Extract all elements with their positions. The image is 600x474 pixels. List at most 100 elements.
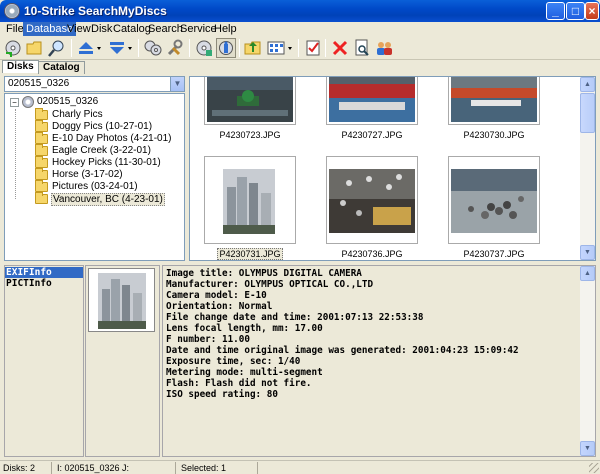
open-folder-icon — [35, 192, 48, 204]
scroll-up-icon[interactable]: ▲ — [580, 266, 595, 281]
eject-icon[interactable] — [76, 38, 104, 58]
folder-icon — [35, 156, 48, 168]
scroll-down-icon[interactable]: ▼ — [580, 245, 595, 260]
photo-harbor — [207, 77, 293, 122]
folder-tree[interactable]: − 020515_0326 Charly Pics Doggy Pics (10… — [4, 93, 185, 261]
view-mode-icon[interactable] — [266, 38, 296, 58]
tab-disks[interactable]: Disks — [2, 60, 39, 73]
exif-line: Image title: OLYMPUS DIGITAL CAMERA — [166, 268, 362, 279]
preview-frame — [88, 268, 155, 332]
folder-icon — [35, 132, 48, 144]
tree-item-label: Vancouver, BC (4-23-01) — [51, 193, 165, 206]
folder-up-icon[interactable] — [243, 38, 263, 58]
status-disk-info: I: 020515_0326 J: DVDFILES002 — [54, 462, 176, 474]
open-folder-icon[interactable] — [25, 38, 45, 58]
thumbnail-caption: P4230736.JPG — [341, 249, 403, 259]
resize-grip-icon[interactable] — [589, 463, 599, 473]
exif-scrollbar[interactable]: ▲ ▼ — [580, 266, 595, 456]
thumbnail-caption: P4230727.JPG — [341, 130, 403, 140]
users-icon[interactable] — [374, 38, 394, 58]
exif-line: Camera model: E-10 — [166, 290, 267, 301]
close-button[interactable]: × — [585, 2, 599, 20]
photo-pigeons-plaza — [451, 169, 537, 233]
thumbnail-scrollbar[interactable]: ▲ ▼ — [580, 77, 595, 260]
status-disks: Disks: 2 — [0, 462, 52, 474]
thumbnail-grid[interactable]: P4230723.JPG P4230727.JPG P4230730.JPG P… — [189, 76, 596, 261]
find-icon[interactable] — [47, 38, 67, 58]
scroll-up-icon[interactable]: ▲ — [580, 77, 595, 92]
folder-icon — [35, 168, 48, 180]
photo-towers — [223, 169, 275, 234]
folder-icon — [35, 120, 48, 132]
exif-line: Metering mode: multi-segment — [166, 367, 323, 378]
thumbnail-caption: P4230723.JPG — [219, 130, 281, 140]
toolbar — [0, 36, 600, 60]
add-disk-icon[interactable] — [3, 38, 23, 58]
tab-catalog[interactable]: Catalog — [38, 61, 85, 74]
disk-select[interactable]: 020515_0326 ▼ — [4, 76, 185, 92]
tree-item-label: Charly Pics — [52, 109, 103, 120]
thumbnail-frame — [326, 156, 418, 244]
thumbnail-frame — [448, 156, 540, 244]
scroll-thumb[interactable] — [580, 93, 595, 133]
panel-tabs: Disks Catalog — [0, 60, 186, 74]
exif-line: Lens focal length, mm: 17.00 — [166, 323, 323, 334]
folder-icon — [35, 144, 48, 156]
thumbnail-caption: P4230730.JPG — [463, 130, 525, 140]
load-disk-icon[interactable] — [107, 38, 135, 58]
info-item-pict[interactable]: PICTInfo — [5, 278, 83, 289]
tree-item-label: Horse (3-17-02) — [52, 169, 123, 180]
tree-root-label: 020515_0326 — [37, 96, 99, 107]
photo-pigeons-pier — [329, 169, 415, 233]
exif-line: Date and time original image was generat… — [166, 345, 519, 356]
folder-icon — [35, 180, 48, 192]
exif-line: File change date and time: 2001:07:13 22… — [166, 312, 424, 323]
info-item-exif[interactable]: EXIFInfo — [5, 267, 83, 278]
exif-line: F number: 11.00 — [166, 334, 250, 345]
folder-icon — [35, 108, 48, 120]
app-disc-icon[interactable] — [4, 3, 20, 19]
exif-line: Exposure time, sec: 1/40 — [166, 356, 301, 367]
scroll-down-icon[interactable]: ▼ — [580, 441, 595, 456]
collapse-icon[interactable]: − — [10, 98, 19, 107]
maximize-button[interactable]: □ — [566, 2, 585, 20]
preview-pane — [85, 265, 160, 457]
scan-discs-icon[interactable] — [143, 38, 163, 58]
menu-help[interactable]: Help — [211, 22, 240, 36]
disc-icon — [22, 96, 34, 108]
chevron-down-icon[interactable]: ▼ — [170, 77, 184, 91]
exif-line: Flash: Flash did not fire. — [166, 378, 312, 389]
thumbnail-frame — [448, 77, 540, 125]
disk-properties-icon[interactable] — [194, 38, 214, 58]
exif-details: Image title: OLYMPUS DIGITAL CAMERA Manu… — [162, 265, 596, 457]
tools-icon[interactable] — [165, 38, 185, 58]
photo-market — [329, 77, 415, 122]
info-type-list[interactable]: EXIFInfo PICTInfo — [4, 265, 84, 457]
status-bar: Disks: 2 I: 020515_0326 J: DVDFILES002 S… — [0, 460, 600, 474]
thumbnail-caption: P4230737.JPG — [463, 249, 525, 259]
exif-line: ISO speed rating: 80 — [166, 389, 278, 400]
title-bar[interactable]: 10-Strike SearchMyDiscs _ □ × — [0, 0, 600, 22]
tree-item-label: Pictures (03-24-01) — [52, 181, 138, 192]
tree-item-label: Eagle Creek (3-22-01) — [52, 145, 151, 156]
status-selected: Selected: 1 — [178, 462, 258, 474]
thumbnail-caption: P4230731.JPG — [217, 248, 283, 260]
window-title: 10-Strike SearchMyDiscs — [24, 4, 167, 18]
exif-line: Orientation: Normal — [166, 301, 273, 312]
minimize-button[interactable]: _ — [546, 2, 565, 20]
disk-info-icon[interactable] — [216, 38, 236, 58]
delete-icon[interactable] — [330, 38, 350, 58]
thumbnail-frame — [204, 156, 296, 244]
thumbnail-frame — [326, 77, 418, 125]
menu-bar: File Database View Disk Catalog Search S… — [0, 22, 600, 36]
check-icon[interactable] — [303, 38, 323, 58]
thumbnail-frame — [204, 77, 296, 125]
tree-item-label: E-10 Day Photos (4-21-01) — [52, 133, 172, 144]
photo-waterfront — [451, 77, 537, 122]
preview-photo — [98, 273, 146, 329]
search-file-icon[interactable] — [352, 38, 372, 58]
exif-line: Manufacturer: OLYMPUS OPTICAL CO.,LTD — [166, 279, 374, 290]
disk-select-value: 020515_0326 — [8, 78, 70, 89]
tree-item-label: Hockey Picks (11-30-01) — [52, 157, 161, 168]
tree-item-label: Doggy Pics (10-27-01) — [52, 121, 153, 132]
